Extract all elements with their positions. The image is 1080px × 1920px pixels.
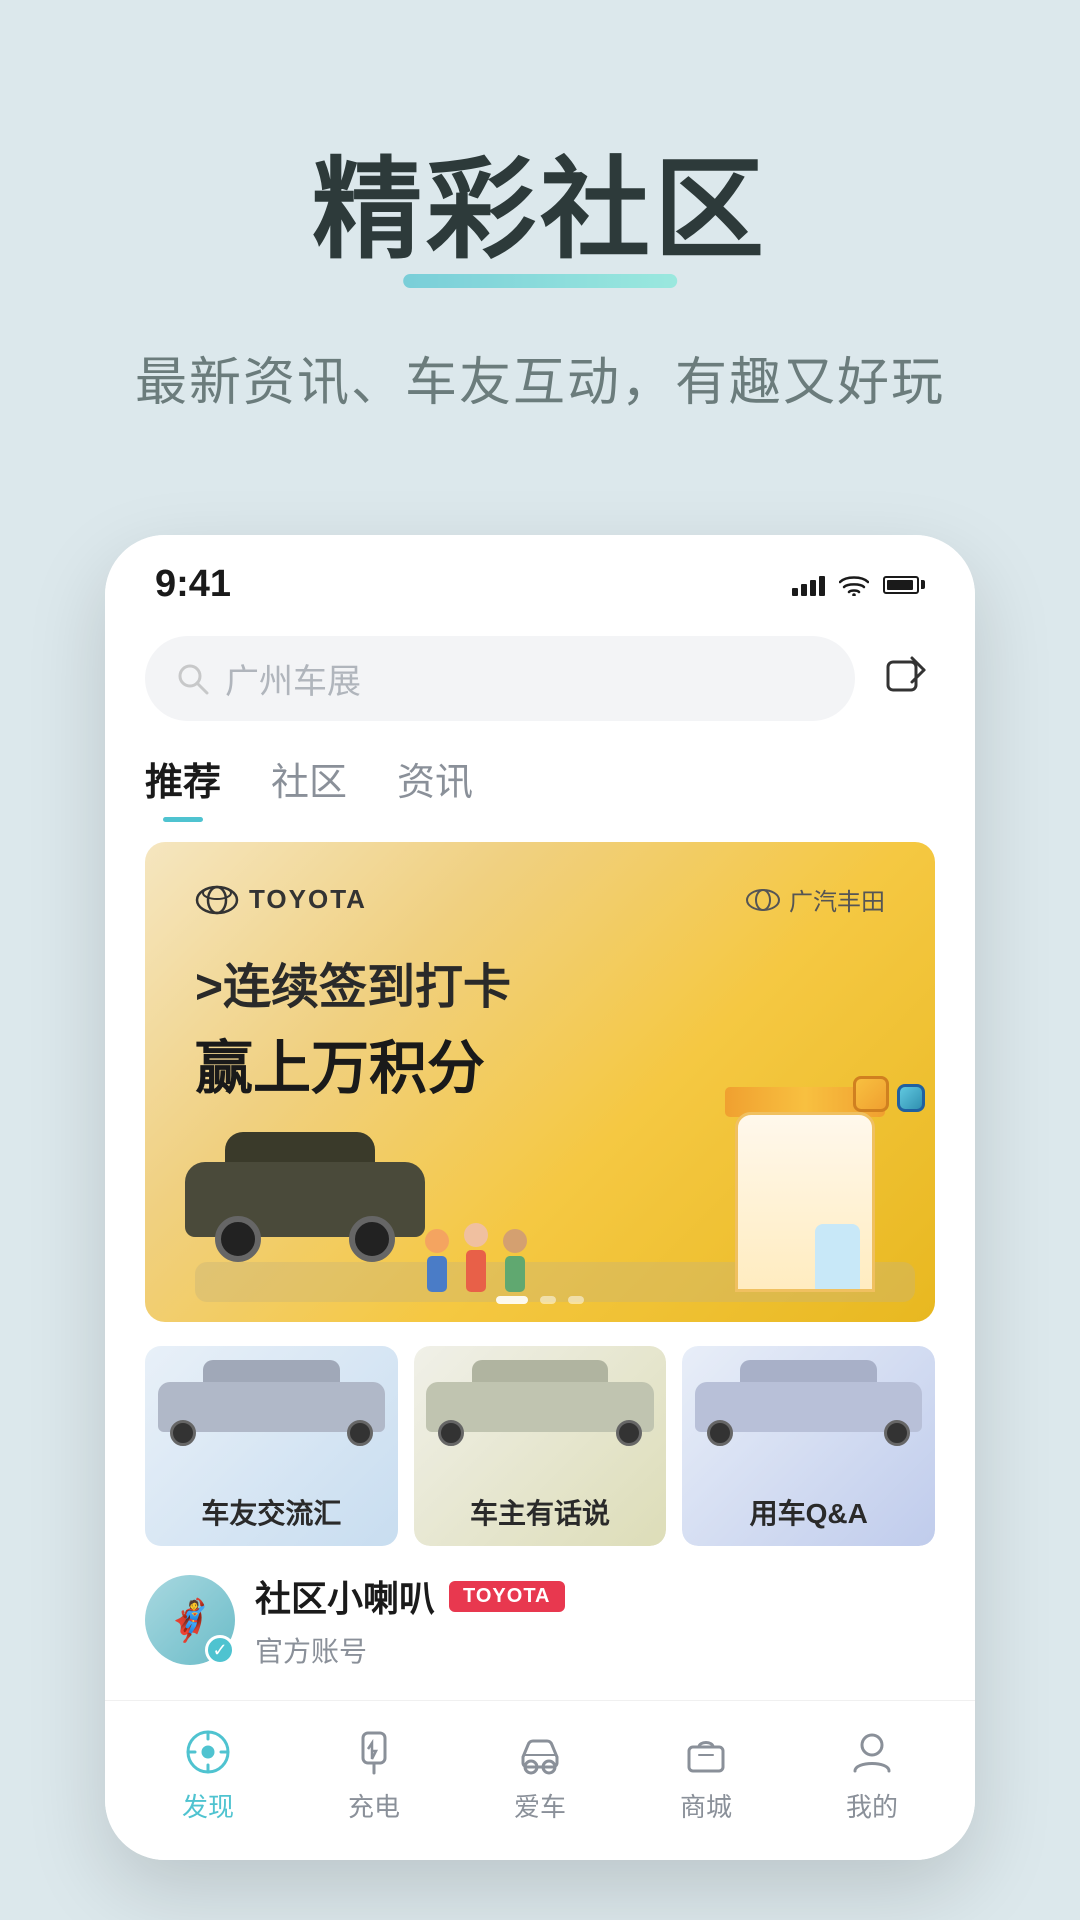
nav-discover[interactable]: 发现 [181, 1725, 235, 1824]
post-toyota-badge: TOYOTA [449, 1581, 564, 1612]
category-car-1 [145, 1346, 398, 1511]
banner-car [185, 1152, 425, 1262]
mycar-icon [513, 1725, 567, 1779]
banner-logos: TOYOTA 广汽丰田 [195, 882, 885, 917]
banner-text-line1: >连续签到打卡 [195, 947, 885, 1017]
nav-charging[interactable]: 充电 [347, 1725, 401, 1824]
phone-mockup: 9:41 [105, 535, 975, 1860]
tab-recommend[interactable]: 推荐 [145, 751, 221, 822]
nav-profile-label: 我的 [846, 1787, 898, 1824]
category-card-1[interactable]: 车友交流汇 [145, 1346, 398, 1546]
status-bar: 9:41 [105, 535, 975, 616]
shop-icon [679, 1725, 733, 1779]
people-group [425, 1223, 527, 1292]
post-name-row: 社区小喇叭 TOYOTA [255, 1570, 935, 1622]
profile-icon [845, 1725, 899, 1779]
signal-icon [792, 574, 825, 596]
avatar-container: 🦸 ✓ [145, 1575, 235, 1665]
category-card-3[interactable]: 用车Q&A [682, 1346, 935, 1546]
share-icon[interactable] [875, 649, 935, 709]
gac-brand-label: 广汽丰田 [789, 882, 885, 917]
post-sub: 官方账号 [255, 1630, 935, 1670]
avatar-illustration: 🦸 [165, 1597, 215, 1644]
banner-illustration [145, 1042, 935, 1322]
nav-shop[interactable]: 商城 [679, 1725, 733, 1824]
tab-news[interactable]: 资讯 [397, 751, 473, 822]
banner-dots [496, 1296, 584, 1304]
category-card-2[interactable]: 车主有话说 [414, 1346, 667, 1546]
category-label-1: 车友交流汇 [145, 1492, 398, 1532]
person-3 [503, 1229, 527, 1292]
category-grid: 车友交流汇 车主有话说 [145, 1346, 935, 1546]
hero-section: 精彩社区 最新资讯、车友互动，有趣又好玩 [0, 0, 1080, 475]
charging-icon [347, 1725, 401, 1779]
discover-icon [181, 1725, 235, 1779]
gac-logo-icon [745, 888, 781, 912]
category-car-2 [414, 1346, 667, 1511]
hero-subtitle: 最新资讯、车友互动，有趣又好玩 [60, 340, 1020, 415]
tab-bar: 推荐 社区 资讯 [105, 731, 975, 822]
wifi-icon [839, 574, 869, 596]
toyota-brand-label: TOYOTA [249, 884, 367, 915]
bottom-nav: 发现 充电 爱车 [105, 1700, 975, 1860]
nav-mycar[interactable]: 爱车 [513, 1725, 567, 1824]
person-1 [425, 1229, 449, 1292]
banner[interactable]: TOYOTA 广汽丰田 >连续签到打卡 赢上万积分 [145, 842, 935, 1322]
nav-charging-label: 充电 [348, 1787, 400, 1824]
toyota-logo-icon [195, 885, 239, 915]
tab-community[interactable]: 社区 [271, 751, 347, 822]
status-time: 9:41 [155, 563, 231, 606]
search-area: 广州车展 [105, 616, 975, 731]
store-shape [705, 1052, 905, 1292]
search-placeholder: 广州车展 [225, 654, 361, 703]
nav-mycar-label: 爱车 [514, 1787, 566, 1824]
person-2 [464, 1223, 488, 1292]
search-bar[interactable]: 广州车展 [145, 636, 855, 721]
nav-profile[interactable]: 我的 [845, 1725, 899, 1824]
dot-3 [568, 1296, 584, 1304]
gift-boxes [853, 1076, 925, 1112]
status-icons [792, 574, 925, 596]
nav-discover-label: 发现 [182, 1787, 234, 1824]
avatar-verified-badge: ✓ [205, 1635, 235, 1665]
post-name: 社区小喇叭 [255, 1570, 435, 1622]
category-label-2: 车主有话说 [414, 1492, 667, 1532]
post-section[interactable]: 🦸 ✓ 社区小喇叭 TOYOTA 官方账号 [145, 1570, 935, 1670]
post-info: 社区小喇叭 TOYOTA 官方账号 [255, 1570, 935, 1670]
battery-icon [883, 576, 925, 594]
category-car-3 [682, 1346, 935, 1511]
hero-title-underline [403, 274, 677, 288]
dot-1 [496, 1296, 528, 1304]
gac-brand: 广汽丰田 [745, 882, 885, 917]
hero-title: 精彩社区 [312, 120, 768, 280]
dot-2 [540, 1296, 556, 1304]
category-label-3: 用车Q&A [682, 1492, 935, 1532]
nav-shop-label: 商城 [680, 1787, 732, 1824]
search-icon [175, 661, 211, 697]
